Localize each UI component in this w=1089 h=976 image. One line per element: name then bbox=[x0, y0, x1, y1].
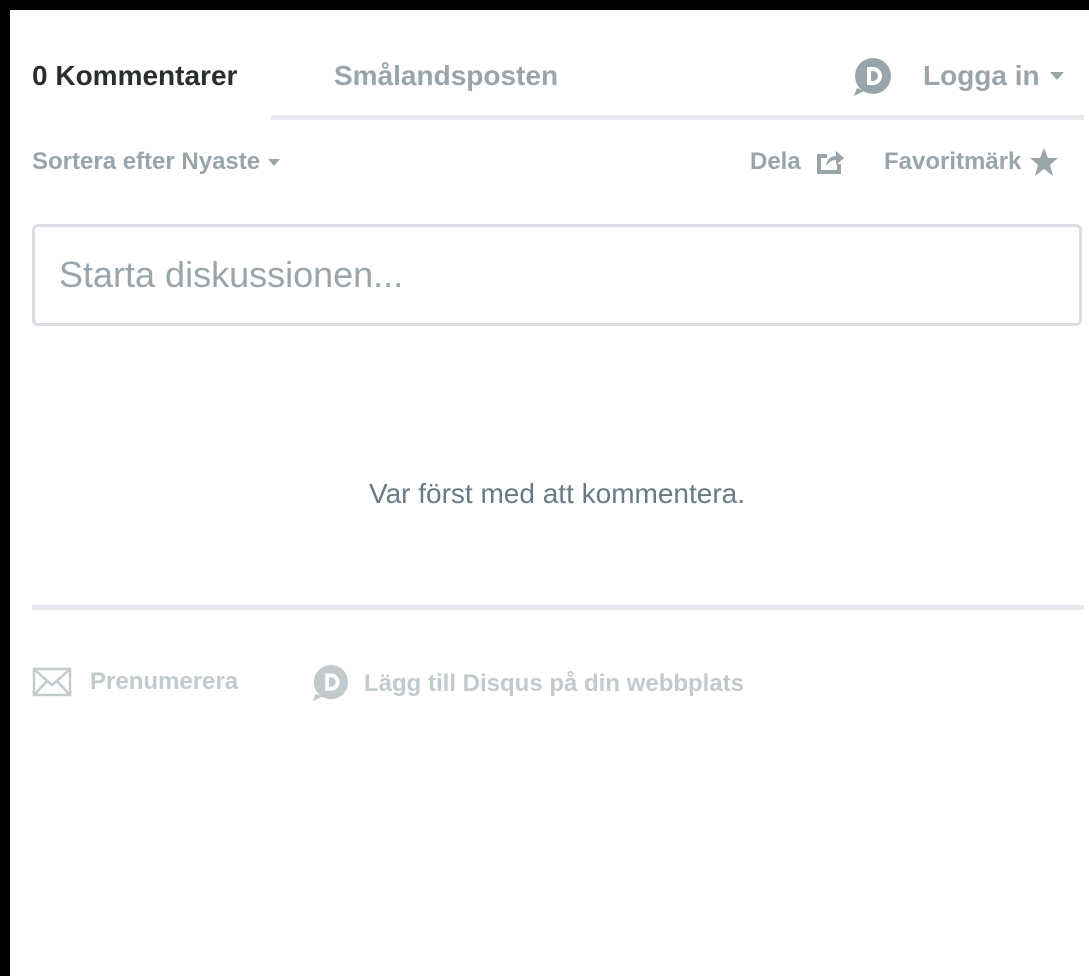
envelope-icon bbox=[32, 666, 90, 698]
favorite-label: Favoritmärk bbox=[884, 148, 1022, 175]
login-label: Logga in bbox=[923, 60, 1040, 91]
comment-input[interactable] bbox=[57, 253, 1079, 297]
share-button[interactable]: Dela bbox=[750, 147, 845, 177]
disqus-d-icon bbox=[310, 664, 350, 704]
login-menu[interactable]: Logga in bbox=[851, 58, 1064, 96]
add-disqus-link[interactable]: Lägg till Disqus på din webbplats bbox=[310, 664, 744, 704]
tab-comment-count[interactable]: 0 Kommentarer bbox=[32, 58, 237, 94]
add-disqus-label: Lägg till Disqus på din webbplats bbox=[364, 670, 745, 697]
tab-forum[interactable]: Smålandsposten bbox=[334, 58, 558, 94]
disqus-d-icon bbox=[851, 58, 893, 103]
share-label: Dela bbox=[750, 148, 801, 175]
star-icon bbox=[1029, 147, 1059, 177]
tab-divider bbox=[271, 115, 1084, 120]
sort-label: Sortera efter Nyaste bbox=[32, 148, 261, 175]
comment-composer[interactable] bbox=[32, 224, 1082, 326]
subscribe-link[interactable]: Prenumerera bbox=[32, 664, 238, 700]
share-icon bbox=[815, 148, 845, 176]
empty-state-message: Var först med att kommentera. bbox=[368, 478, 746, 509]
sort-dropdown[interactable]: Sortera efter Nyaste bbox=[32, 147, 281, 177]
chevron-down-icon bbox=[268, 158, 281, 166]
favorite-button[interactable]: Favoritmärk bbox=[884, 147, 1059, 177]
subscribe-label: Prenumerera bbox=[90, 668, 239, 695]
chevron-down-icon bbox=[1049, 72, 1064, 80]
footer-divider bbox=[32, 605, 1084, 610]
